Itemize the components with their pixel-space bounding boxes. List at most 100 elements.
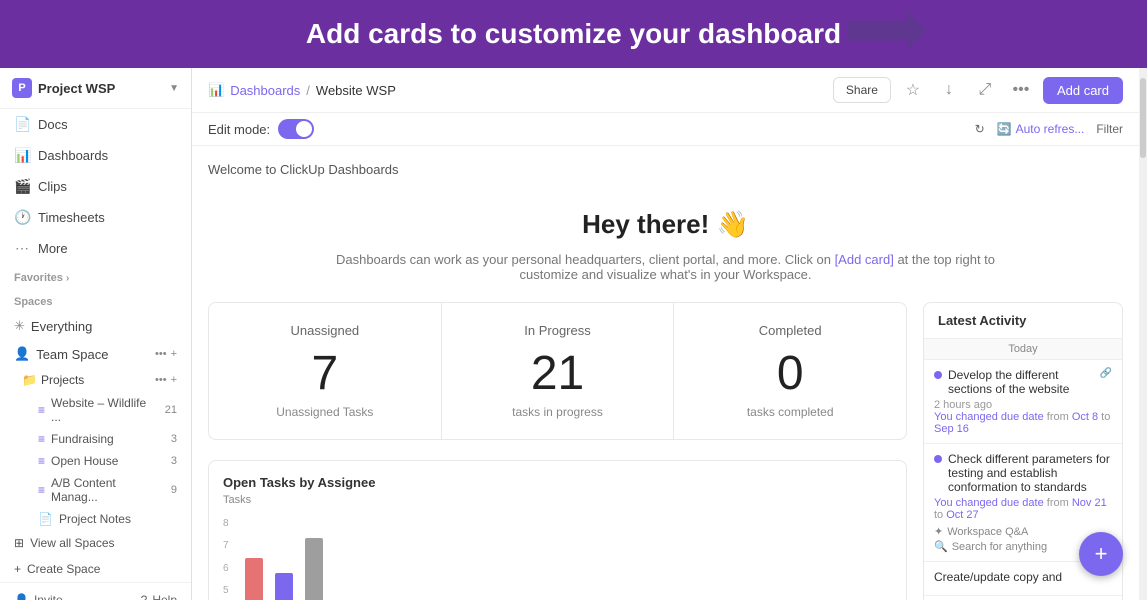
- sidebar-item-clips[interactable]: 🎬 Clips: [0, 171, 191, 202]
- sidebar-item-fundraising[interactable]: ≡ Fundraising 3: [0, 428, 191, 450]
- refresh-icon[interactable]: ↻: [975, 122, 985, 136]
- y-label-5: 5: [223, 585, 233, 596]
- top-banner: Add cards to customize your dashboard: [0, 0, 1147, 68]
- sidebar-item-open-house[interactable]: ≡ Open House 3: [0, 450, 191, 472]
- scrollbar-thumb: [1140, 78, 1146, 158]
- activity-text-3: Create/update copy and: [934, 570, 1062, 584]
- star-icon-btn[interactable]: ☆: [899, 76, 927, 104]
- activity-title-1: Develop the different sections of the we…: [934, 368, 1112, 396]
- edit-mode-toggle[interactable]: [278, 119, 314, 139]
- sidebar-item-ab-content[interactable]: ≡ A/B Content Manag... 9: [0, 472, 191, 508]
- ab-badge: 9: [171, 484, 177, 496]
- docs-icon: 📄: [14, 116, 30, 133]
- folder-icon: 📁: [22, 373, 37, 387]
- spaces-label: Spaces: [14, 296, 53, 308]
- sidebar-create-space[interactable]: + Create Space: [0, 556, 191, 582]
- stats-row: Unassigned 7 Unassigned Tasks In Progres…: [208, 302, 907, 440]
- breadcrumb-dash-icon: 📊: [208, 82, 224, 98]
- share-button[interactable]: Share: [833, 77, 891, 103]
- bar-gray-3: [305, 538, 323, 600]
- expand-icon-btn[interactable]: ⤢: [971, 76, 999, 104]
- sidebar-item-projects[interactable]: 📁 Projects ••• +: [0, 368, 191, 392]
- projects-more-icon[interactable]: •••: [155, 374, 167, 386]
- favorites-arrow-icon: ›: [66, 273, 69, 284]
- open-house-badge: 3: [171, 455, 177, 467]
- activity-text-2: Check different parameters for testing a…: [948, 452, 1112, 494]
- breadcrumb: 📊 Dashboards / Website WSP: [208, 82, 396, 98]
- sidebar-item-more[interactable]: ⋯ More: [0, 233, 191, 264]
- chart-title: Open Tasks by Assignee: [223, 475, 892, 490]
- project-icon: P: [12, 78, 32, 98]
- view-all-icon: ⊞: [14, 536, 24, 550]
- team-space-actions[interactable]: ••• +: [155, 348, 177, 360]
- project-notes-label: Project Notes: [59, 512, 131, 526]
- bar-group-2: [275, 573, 293, 600]
- sidebar-open-house-label: Open House: [51, 454, 118, 468]
- sidebar-fundraising-label: Fundraising: [51, 432, 114, 446]
- dashboards-icon: 📊: [14, 147, 30, 164]
- workspace-qa-label: Workspace Q&A: [947, 526, 1028, 538]
- stat-card-in-progress: In Progress 21 tasks in progress: [442, 303, 675, 439]
- right-scrollbar[interactable]: [1139, 68, 1147, 600]
- chart-subtitle: Tasks: [223, 494, 892, 506]
- invite-btn[interactable]: 👤 Invite: [14, 593, 63, 600]
- edit-mode-text: Edit mode:: [208, 122, 270, 137]
- team-space-plus-icon[interactable]: +: [171, 348, 177, 360]
- team-space-icon: 👤: [14, 346, 30, 362]
- team-space-add-icon[interactable]: •••: [155, 348, 167, 360]
- dashboard-content: Welcome to ClickUp Dashboards Hey there!…: [192, 146, 1139, 600]
- activity-link-icon-1[interactable]: 🔗: [1100, 368, 1112, 379]
- edit-mode-bar: Edit mode: ↻ 🔄 Auto refres... Filter: [192, 113, 1139, 146]
- activity-dot-2: [934, 455, 942, 463]
- sidebar-view-all-spaces[interactable]: ⊞ View all Spaces: [0, 530, 191, 556]
- y-label-6: 6: [223, 563, 233, 574]
- sidebar-project-header[interactable]: P Project WSP ▼: [0, 68, 191, 109]
- projects-label: Projects: [41, 373, 84, 387]
- sidebar-item-everything[interactable]: ✳ Everything: [0, 312, 191, 340]
- bar-red-1: [245, 558, 263, 600]
- activity-text-1: Develop the different sections of the we…: [948, 368, 1094, 396]
- edit-mode-label-area: Edit mode:: [208, 119, 314, 139]
- sidebar-item-team-space[interactable]: 👤 Team Space ••• +: [0, 340, 191, 368]
- add-card-link[interactable]: [Add card]: [835, 252, 894, 267]
- stat-label-completed: Completed: [694, 323, 886, 338]
- sidebar-item-dashboards[interactable]: 📊 Dashboards: [0, 140, 191, 171]
- projects-plus-icon[interactable]: +: [171, 374, 177, 386]
- list-icon-ab-content: ≡: [38, 483, 45, 497]
- help-label: Help: [152, 593, 177, 600]
- add-card-button[interactable]: Add card: [1043, 77, 1123, 104]
- auto-refresh-label[interactable]: 🔄 Auto refres...: [997, 122, 1085, 136]
- download-icon-btn[interactable]: ↓: [935, 76, 963, 104]
- help-btn[interactable]: ? Help: [141, 593, 177, 600]
- arrow-icon: [847, 11, 927, 58]
- stat-label-in-progress: In Progress: [462, 323, 654, 338]
- stat-sublabel-completed: tasks completed: [694, 405, 886, 419]
- workspace-qa-icon: ✦: [934, 525, 943, 538]
- activity-time-1: 2 hours ago: [934, 399, 1112, 411]
- sidebar-item-docs[interactable]: 📄 Docs: [0, 109, 191, 140]
- sidebar-item-project-notes[interactable]: 📄 Project Notes: [0, 508, 191, 530]
- website-badge: 21: [165, 404, 177, 416]
- sidebar-item-label-more: More: [38, 241, 68, 256]
- breadcrumb-sep: /: [306, 83, 310, 98]
- list-icon-fundraising: ≡: [38, 432, 45, 446]
- more-options-btn[interactable]: •••: [1007, 76, 1035, 104]
- breadcrumb-dashboards[interactable]: Dashboards: [230, 83, 300, 98]
- search-icon: 🔍: [934, 540, 948, 553]
- y-label-8: 8: [223, 518, 233, 529]
- sidebar-item-timesheets[interactable]: 🕐 Timesheets: [0, 202, 191, 233]
- favorites-section[interactable]: Favorites ›: [0, 264, 191, 288]
- stat-sublabel-unassigned: Unassigned Tasks: [229, 405, 421, 419]
- fab-button[interactable]: +: [1079, 532, 1123, 576]
- activity-change-1: You changed due date from Oct 8 to Sep 1…: [934, 411, 1112, 435]
- stats-col: Unassigned 7 Unassigned Tasks In Progres…: [208, 302, 907, 600]
- stat-card-unassigned: Unassigned 7 Unassigned Tasks: [209, 303, 442, 439]
- sidebar-team-space-label: Team Space: [36, 347, 108, 362]
- sidebar-item-website[interactable]: ≡ Website – Wildlife ... 21: [0, 392, 191, 428]
- project-name: Project WSP: [38, 81, 163, 96]
- sidebar-everything-label: Everything: [31, 319, 92, 334]
- filter-label[interactable]: Filter: [1096, 122, 1123, 136]
- project-caret-icon: ▼: [169, 83, 179, 94]
- activity-title-3: Create/update copy and: [934, 570, 1112, 584]
- view-all-label: View all Spaces: [30, 536, 115, 550]
